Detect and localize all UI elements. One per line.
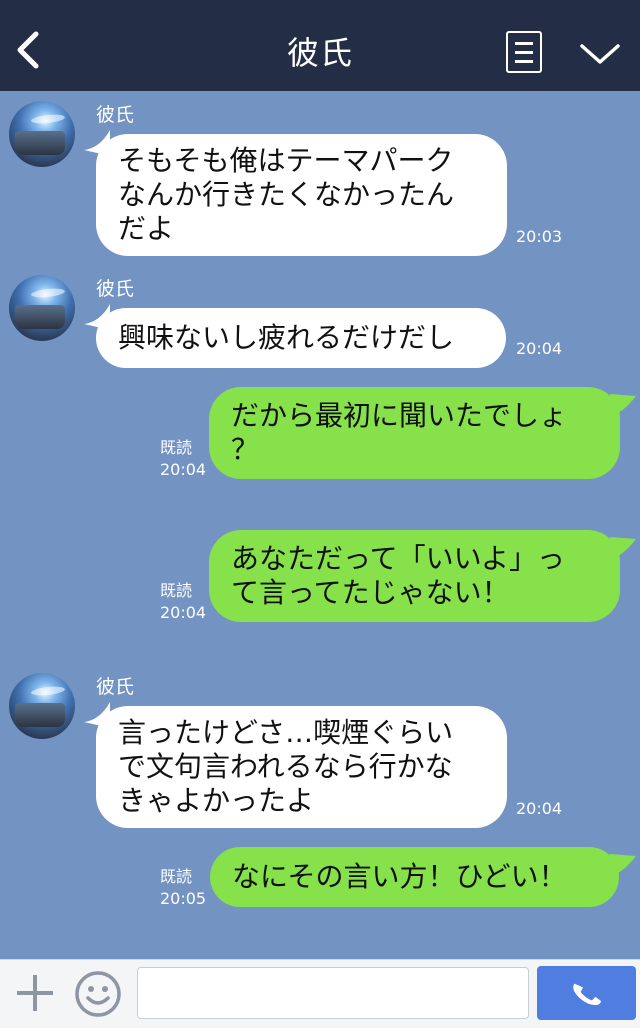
message-time: 20:05 <box>160 889 207 908</box>
read-label: 既読 <box>160 438 193 457</box>
input-bar <box>0 959 640 1028</box>
sender-name: 彼氏 <box>96 676 135 698</box>
more-button[interactable] <box>578 38 622 68</box>
message-time: 20:04 <box>160 603 207 622</box>
list-icon-line <box>515 60 533 63</box>
list-icon-line <box>515 51 533 54</box>
read-receipt: 既読 20:04 <box>160 580 206 624</box>
call-button[interactable] <box>537 966 636 1020</box>
avatar[interactable] <box>9 275 75 341</box>
menu-button[interactable] <box>506 31 542 73</box>
message-time: 20:03 <box>516 227 563 246</box>
smiley-icon <box>75 971 121 1017</box>
phone-icon <box>573 983 602 1006</box>
message-bubble[interactable]: あなただって「いいよ」っ て言ってたじゃない！ <box>209 530 620 622</box>
read-receipt: 既読 20:04 <box>160 437 206 481</box>
message-time: 20:04 <box>516 339 563 358</box>
list-icon <box>515 42 533 45</box>
chat-header: 彼氏 <box>0 0 640 91</box>
sender-name: 彼氏 <box>96 278 135 300</box>
message-bubble[interactable]: なにその言い方！ひどい！ <box>210 847 619 907</box>
message-time: 20:04 <box>516 799 563 818</box>
message-bubble[interactable]: 興味ないし疲れるだけだし <box>96 308 506 368</box>
message-bubble[interactable]: だから最初に聞いたでしょ ？ <box>209 387 620 479</box>
avatar[interactable] <box>9 673 75 739</box>
plus-icon <box>17 975 53 1011</box>
message-bubble[interactable]: 言ったけどさ…喫煙ぐらい で文句言われるなら行かな きゃよかったよ <box>96 706 507 828</box>
read-receipt: 既読 20:05 <box>160 866 206 910</box>
sender-name: 彼氏 <box>96 104 135 126</box>
message-input[interactable] <box>137 967 529 1019</box>
message-time: 20:04 <box>160 460 207 479</box>
bubble-tail <box>610 854 636 876</box>
chevron-down-icon <box>580 44 620 64</box>
add-button[interactable] <box>14 972 56 1014</box>
avatar[interactable] <box>9 101 75 167</box>
message-bubble[interactable]: そもそも俺はテーマパーク なんか行きたくなかったん だよ <box>96 134 507 256</box>
chat-title: 彼氏 <box>286 34 353 72</box>
bubble-tail <box>610 394 636 416</box>
bubble-tail <box>610 537 636 559</box>
read-label: 既読 <box>160 581 193 600</box>
read-label: 既読 <box>160 867 193 886</box>
emoji-button[interactable] <box>74 970 122 1018</box>
